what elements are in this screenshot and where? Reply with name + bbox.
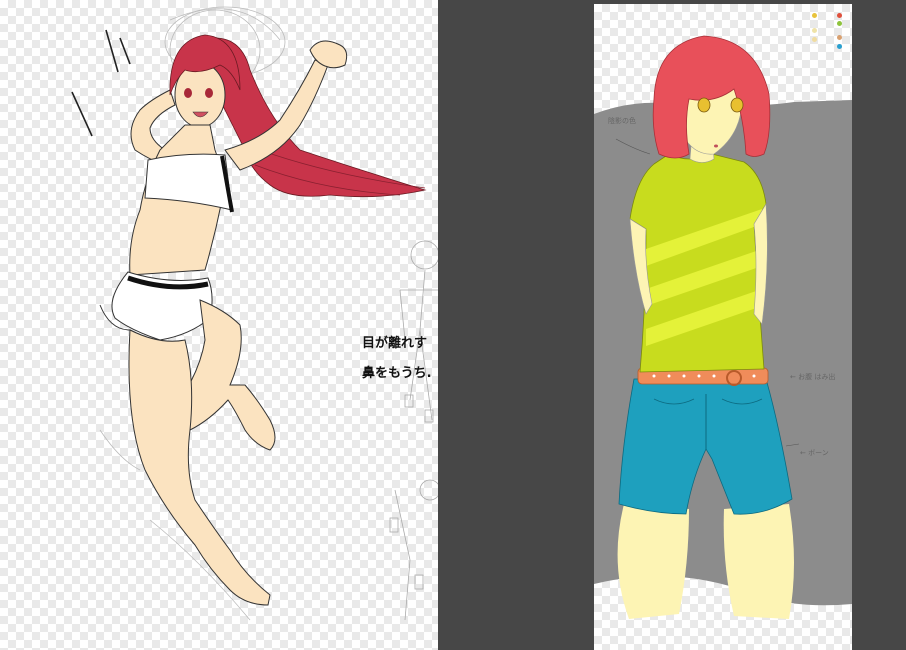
note-shorts: ← ボーン (800, 449, 829, 457)
left-canvas: 目が離れす 鼻をもうち. (0, 0, 438, 650)
memo-line-1: 目が離れす (362, 336, 428, 351)
swatch-2 (812, 28, 817, 33)
eye-right (730, 97, 744, 113)
motion-lines (71, 29, 131, 137)
swatch-6 (837, 44, 842, 49)
note-belt: ← お腹 はみ出 (790, 373, 836, 381)
right-illustration (594, 35, 852, 619)
swatch-3 (837, 21, 842, 26)
skeleton-sketch (389, 240, 438, 621)
leg-right-right-canvas (723, 504, 794, 619)
swatch-5 (837, 35, 842, 40)
eye-left (697, 97, 711, 113)
swatch-1 (837, 13, 842, 18)
note-top: 陰影の色 (608, 117, 636, 125)
right-canvas: 陰影の色 ← お腹 はみ出 ← ボーン (594, 4, 852, 650)
leg-left-right-canvas (617, 504, 689, 619)
swatch-0 (812, 13, 817, 18)
swatch-4 (812, 37, 817, 42)
left-illustration (71, 6, 438, 621)
memo-line-2: 鼻をもうち. (362, 366, 432, 381)
